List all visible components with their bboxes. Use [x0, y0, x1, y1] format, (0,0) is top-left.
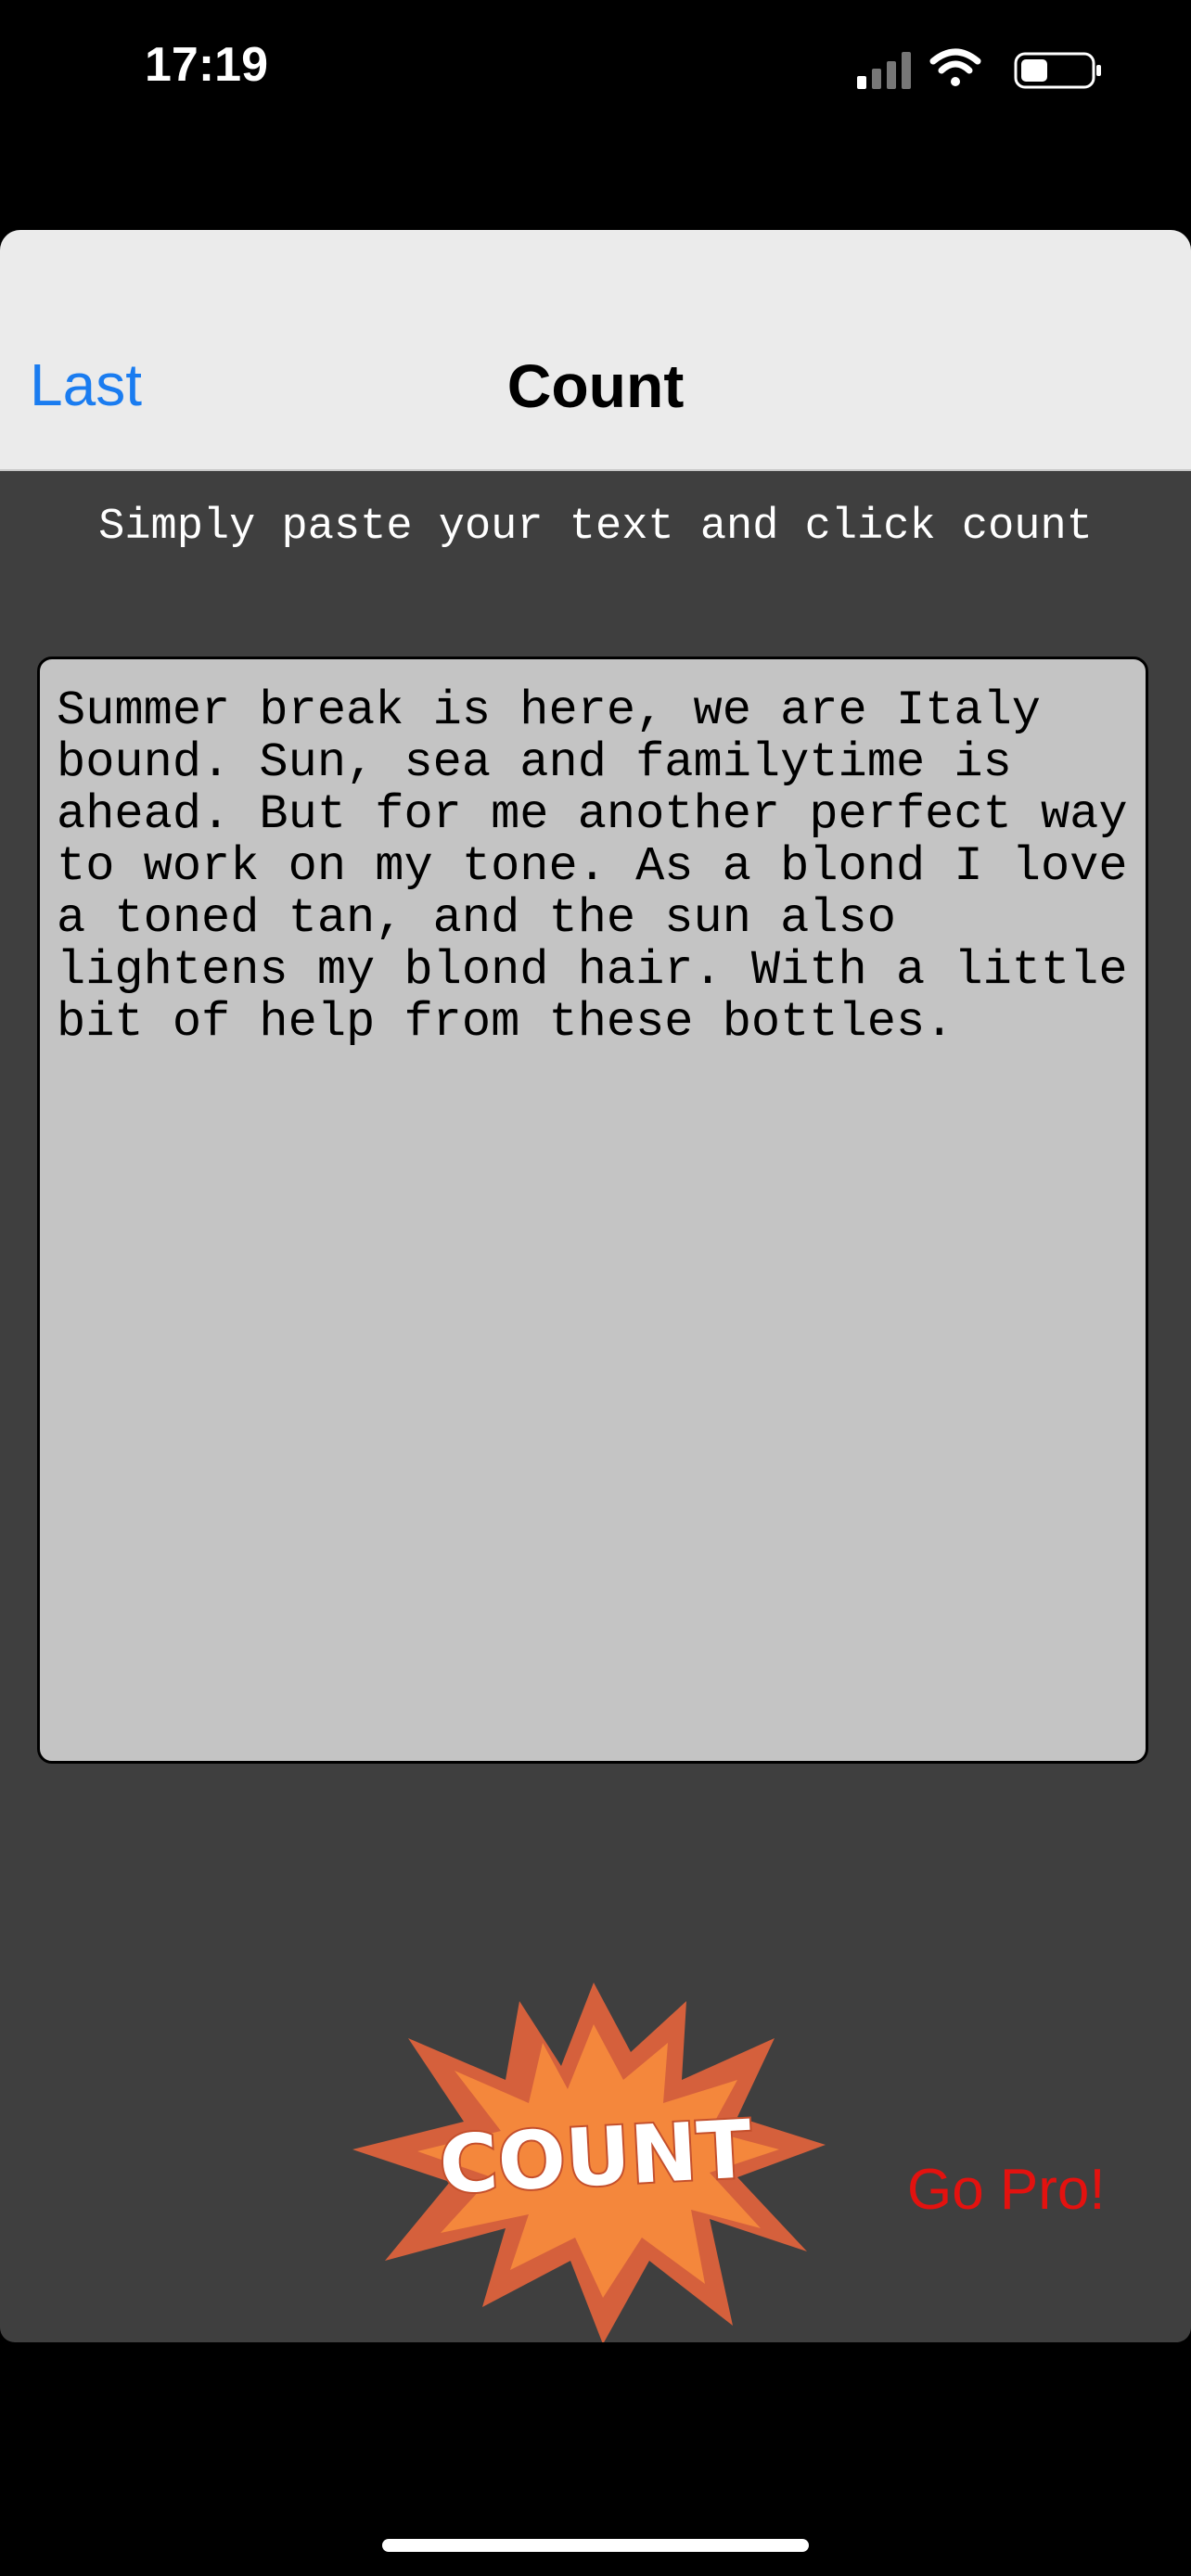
instructions-text: Simply paste your text and click count: [98, 503, 1093, 552]
count-button-label: COUNT: [437, 2103, 754, 2213]
status-time: 17:19: [145, 38, 268, 92]
text-input-area[interactable]: Summer break is here, we are Italy bound…: [37, 657, 1148, 1764]
count-button[interactable]: COUNT: [352, 1983, 835, 2342]
status-icons: [857, 48, 1101, 89]
signal-icon: [857, 52, 911, 89]
wifi-icon: [929, 48, 981, 86]
navigation-bar: Last Count: [0, 230, 1191, 471]
page-title: Count: [506, 351, 685, 420]
home-indicator: [382, 2539, 809, 2552]
battery-icon: [1014, 52, 1101, 89]
status-bar: 17:19: [0, 0, 1191, 139]
go-pro-link[interactable]: Go Pro!: [907, 2157, 1106, 2223]
count-screen: Last Count Simply paste your text and cl…: [0, 230, 1191, 2342]
